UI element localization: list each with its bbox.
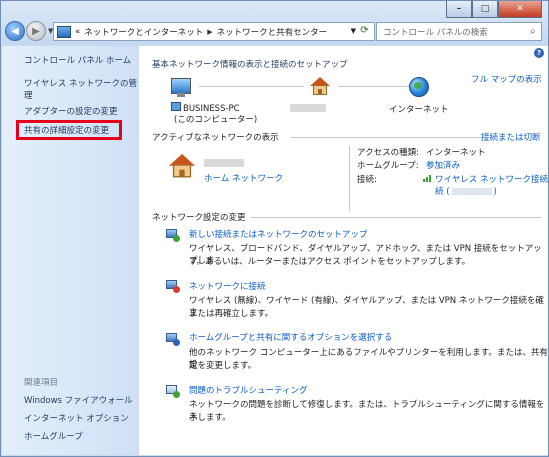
connection-paren-open: 続 ( <box>435 187 450 197</box>
map-connector <box>338 86 410 87</box>
control-panel-icon <box>57 25 71 38</box>
internet-globe-icon <box>409 77 429 97</box>
close-button[interactable]: ✕ <box>498 1 542 18</box>
task-troubleshoot-link[interactable]: 問題のトラブルシューティング <box>189 384 308 396</box>
task-troubleshoot-desc: 手します。 <box>189 413 231 423</box>
help-icon[interactable]: ? <box>534 48 544 58</box>
sidebar-item-homegroup[interactable]: ホームグループ <box>24 430 83 442</box>
redacted-ssid <box>451 188 492 195</box>
search-input[interactable]: コントロール パネルの検索 <box>383 26 525 38</box>
connect-network-icon <box>166 280 182 294</box>
task-new-connection-desc: す。あるいは、ルーターまたはアクセス ポイントをセットアップします。 <box>189 257 471 267</box>
settings-heading: ネットワーク設定の変更 <box>152 213 246 223</box>
home-network-link[interactable]: ホーム ネットワーク <box>204 172 283 184</box>
window-controls: – □ ✕ <box>446 1 542 18</box>
connection-paren-close: ) <box>493 187 497 197</box>
refresh-icon: ⟳ <box>360 25 369 36</box>
vertical-divider <box>349 146 350 211</box>
computer-mini-icon <box>171 102 181 111</box>
wireless-signal-icon <box>423 174 433 182</box>
nav-buttons: ◀ ▶ ▼ <box>5 21 53 41</box>
task-homegroup-options-link[interactable]: ホームグループと共有に関するオプションを選択する <box>189 331 392 343</box>
task-new-connection-link[interactable]: 新しい接続またはネットワークのセットアップ <box>189 228 368 240</box>
homegroup-joined-link[interactable]: 参加済み <box>426 159 460 171</box>
redacted-network-name <box>290 104 326 112</box>
highlight-box <box>16 120 122 140</box>
refresh-button[interactable]: ⟳ <box>356 22 373 39</box>
sidebar-item-manage-wireless[interactable]: ワイヤレス ネットワークの管理 <box>24 77 139 101</box>
homegroup-sharing-icon <box>166 333 182 347</box>
computer-label: (このコンピューター) <box>174 115 258 125</box>
minimize-button[interactable]: – <box>446 1 472 18</box>
window: – □ ✕ ◀ ▶ ▼ « ネットワークとインターネット ▶ ネットワークと共有… <box>0 0 549 457</box>
maximize-button[interactable]: □ <box>472 1 498 18</box>
connect-disconnect-link[interactable]: 接続または切断 <box>481 131 541 143</box>
redacted-network-name <box>204 159 244 167</box>
full-map-link[interactable]: フル マップの表示 <box>471 73 542 85</box>
troubleshoot-icon <box>166 385 182 399</box>
section-divider <box>291 137 481 138</box>
forward-button[interactable]: ▶ <box>26 21 46 41</box>
title-bar: – □ ✕ ◀ ▶ ▼ « ネットワークとインターネット ▶ ネットワークと共有… <box>1 1 548 45</box>
task-connect-network-desc: または再確立します。 <box>189 309 274 319</box>
sidebar-item-control-panel-home[interactable]: コントロール パネル ホーム <box>24 54 131 66</box>
computer-icon <box>171 78 191 97</box>
homegroup-label: ホームグループ: <box>357 161 419 171</box>
related-heading: 関連項目 <box>24 378 59 388</box>
section-divider <box>251 217 541 218</box>
page-title: 基本ネットワーク情報の表示と接続のセットアップ <box>152 60 348 70</box>
sidebar: コントロール パネル ホーム ワイヤレス ネットワークの管理 アダプターの設定の… <box>2 46 139 455</box>
back-button[interactable]: ◀ <box>5 21 25 41</box>
breadcrumb-overflow[interactable]: « <box>75 27 80 37</box>
active-networks-heading: アクティブなネットワークの表示 <box>152 133 279 143</box>
task-troubleshoot-desc: ネットワークの問題を診断して修復します。または、トラブルシューティングに関する情… <box>189 400 545 422</box>
wireless-connection-link[interactable]: ワイヤレス ネットワーク接続 <box>435 173 548 185</box>
access-type-value: インターネット <box>426 148 486 158</box>
task-connect-network-link[interactable]: ネットワークに接続 <box>189 280 266 292</box>
search-icon[interactable]: ⌕ <box>525 26 541 37</box>
search-box[interactable]: コントロール パネルの検索 ⌕ <box>376 22 542 41</box>
connection-label: 接続: <box>357 175 377 185</box>
breadcrumb-separator-icon[interactable]: ▶ <box>207 28 212 36</box>
wireless-connection-link-cont[interactable]: 続 () <box>435 185 497 197</box>
breadcrumb-network-center[interactable]: ネットワークと共有センター <box>217 26 328 38</box>
map-connector <box>199 86 304 87</box>
task-homegroup-options-desc: 定を変更します。 <box>189 361 257 371</box>
internet-label: インターネット <box>389 105 449 115</box>
main-content: ? 基本ネットワーク情報の表示と接続のセットアップ フル マップの表示 BUSI… <box>139 46 548 455</box>
forward-arrow-icon: ▶ <box>32 25 40 37</box>
sidebar-item-windows-firewall[interactable]: Windows ファイアウォール <box>24 394 133 406</box>
breadcrumb-network-internet[interactable]: ネットワークとインターネット <box>84 26 203 38</box>
sidebar-item-adapter-settings[interactable]: アダプターの設定の変更 <box>24 105 118 117</box>
new-connection-icon <box>166 229 182 243</box>
address-bar[interactable]: « ネットワークとインターネット ▶ ネットワークと共有センター ▼ <box>53 22 375 41</box>
sidebar-item-internet-options[interactable]: インターネット オプション <box>24 412 129 424</box>
access-type-label: アクセスの種類: <box>357 148 419 158</box>
back-arrow-icon: ◀ <box>11 25 19 37</box>
